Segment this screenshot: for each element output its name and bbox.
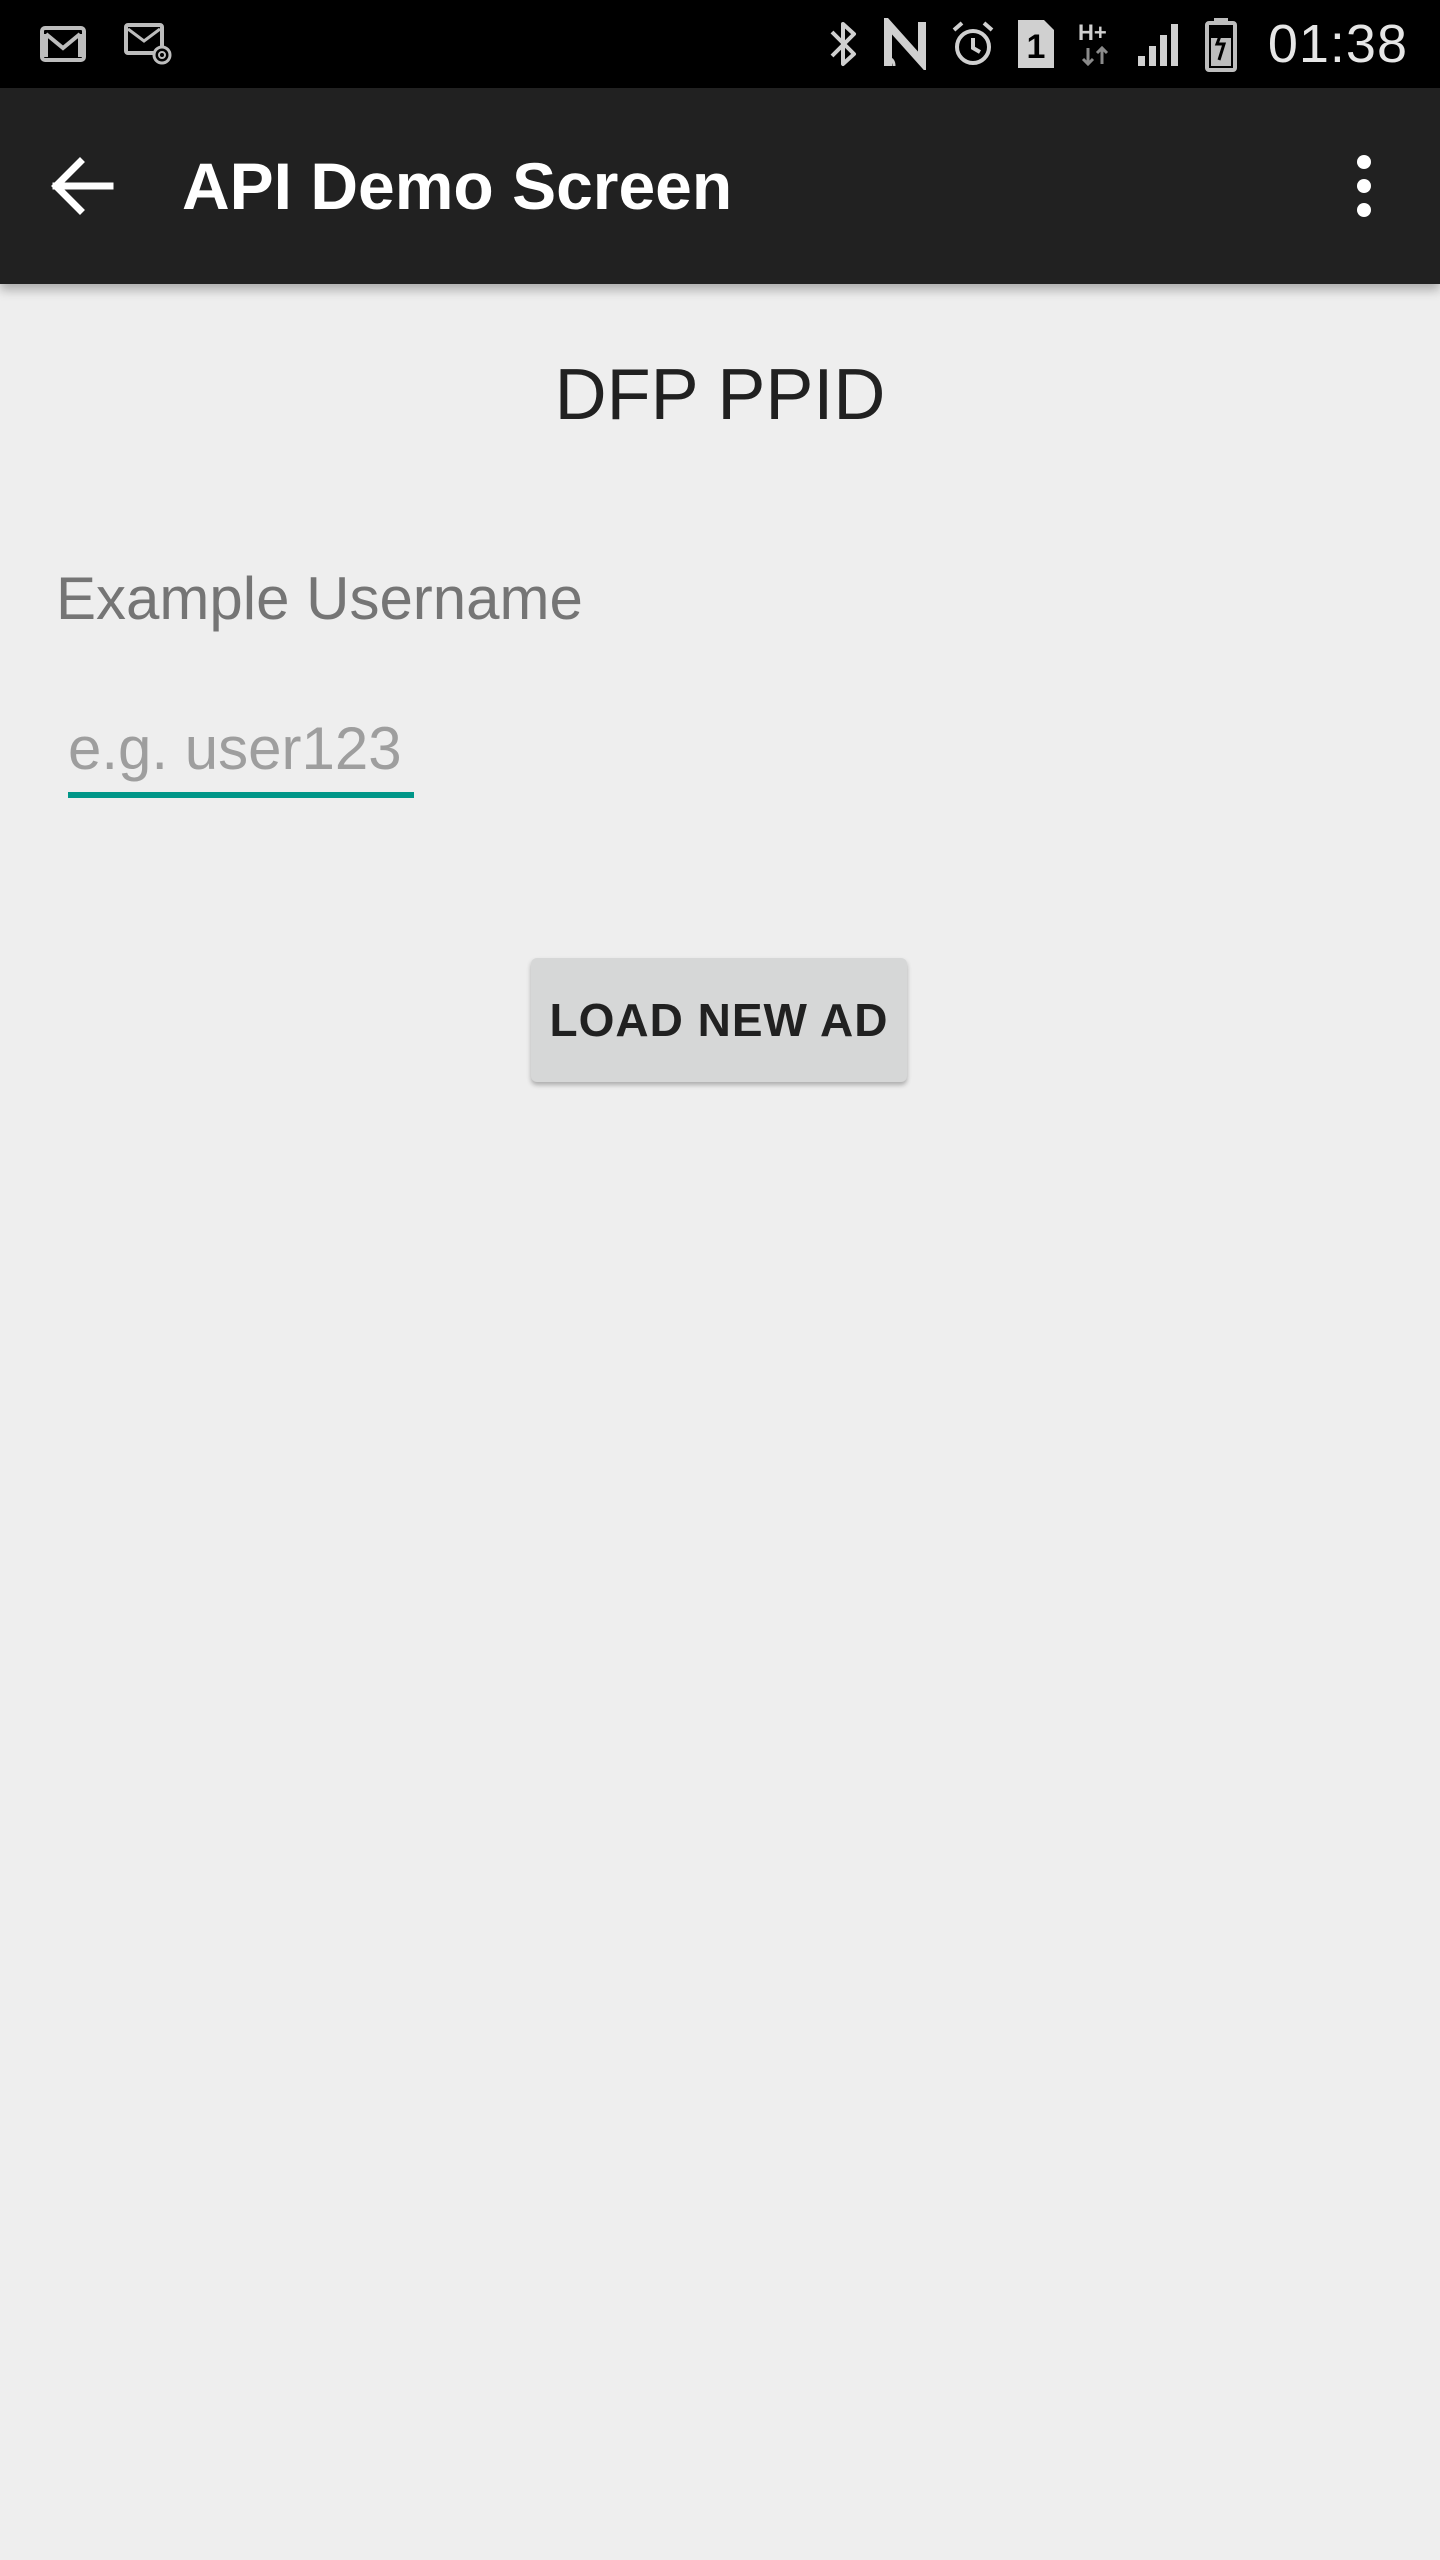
- load-new-ad-button[interactable]: LOAD NEW AD: [531, 958, 907, 1082]
- notification-icons: [40, 18, 172, 70]
- sim-1-icon: 1: [1016, 18, 1056, 70]
- email-notification-icon: [124, 23, 172, 65]
- back-arrow-icon: [51, 157, 114, 215]
- hplus-data-icon: H+: [1076, 18, 1116, 70]
- hplus-label: H+: [1078, 20, 1107, 45]
- main-content: DFP PPID Example Username LOAD NEW AD: [0, 284, 1440, 2560]
- app-bar-title: API Demo Screen: [182, 149, 733, 223]
- clock-time: 01:38: [1267, 14, 1408, 74]
- alarm-icon: [950, 20, 996, 68]
- system-icons: 1 H+ 01:38: [826, 0, 1408, 88]
- username-input[interactable]: [68, 704, 414, 798]
- nfc-icon: [882, 18, 930, 70]
- page-title: DFP PPID: [554, 355, 886, 435]
- sim-label: 1: [1026, 28, 1045, 66]
- signal-icon: [1136, 20, 1184, 68]
- overflow-menu-button[interactable]: [1316, 138, 1412, 234]
- bluetooth-icon: [826, 18, 862, 70]
- battery-icon: [1204, 16, 1238, 72]
- app-bar: API Demo Screen: [0, 88, 1440, 284]
- status-bar: 1 H+ 01:38: [0, 0, 1440, 88]
- back-button[interactable]: [34, 138, 130, 234]
- overflow-menu-icon: [1357, 155, 1371, 217]
- username-label: Example Username: [56, 565, 583, 632]
- gmail-icon: [40, 24, 86, 64]
